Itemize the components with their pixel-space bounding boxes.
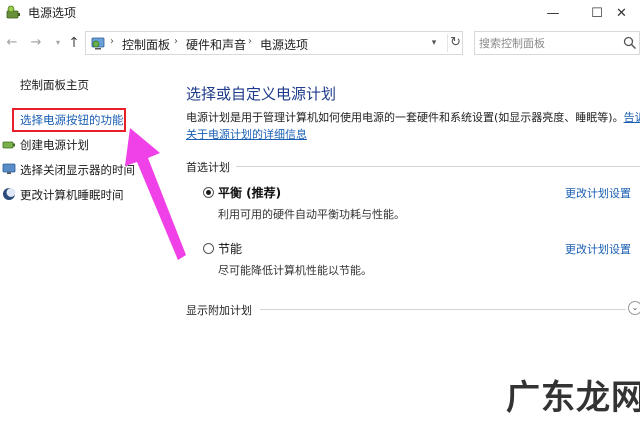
page-title: 选择或自定义电源计划	[186, 85, 337, 103]
watermark: 广东龙网	[506, 370, 640, 418]
expand-chevron-icon[interactable]: ⌄	[628, 301, 640, 315]
sidebar-item-create-power-plan[interactable]: 创建电源计划	[20, 137, 89, 153]
moon-icon	[3, 188, 16, 200]
address-bar[interactable]: › 控制面板 › 硬件和声音 › 电源选项 ▾ ↻	[85, 31, 463, 55]
address-history-chevron-icon[interactable]: ▾	[426, 35, 442, 51]
title-bar: 电源选项 — ☐ ✕	[0, 0, 640, 26]
watermark-text: 广东龙网	[506, 378, 640, 418]
power-saver-plan-name[interactable]: 节能	[218, 240, 242, 257]
breadcrumb-separator: ›	[248, 36, 252, 47]
divider	[236, 166, 640, 167]
forward-arrow-icon[interactable]: →	[28, 35, 44, 51]
highlight-annotation-box	[12, 108, 126, 132]
breadcrumb-power-options[interactable]: 电源选项	[260, 36, 308, 53]
sidebar-item-control-panel-home[interactable]: 控制面板主页	[20, 77, 89, 93]
search-icon[interactable]	[623, 36, 637, 50]
description-text: 电源计划是用于管理计算机如何使用电源的一套硬件和系统设置(如显示器亮度、睡眠等)…	[186, 110, 640, 126]
window-title: 电源选项	[28, 6, 77, 20]
power-saver-change-settings-link[interactable]: 更改计划设置	[565, 241, 631, 257]
search-box[interactable]	[474, 31, 640, 55]
recent-locations-chevron-icon[interactable]: ▾	[50, 35, 66, 51]
navigation-bar: ← → ▾ ↑ › 控制面板 › 硬件和声音 › 电源选项 ▾ ↻	[0, 27, 640, 59]
breadcrumb-hardware-sound[interactable]: 硬件和声音	[186, 36, 246, 53]
divider	[260, 309, 626, 310]
tell-me-link[interactable]: 告诉我	[624, 111, 640, 124]
search-input[interactable]	[479, 35, 619, 51]
breadcrumb-control-panel[interactable]: 控制面板	[122, 36, 170, 53]
show-additional-plans-label[interactable]: 显示附加计划	[186, 302, 252, 318]
balanced-plan-name[interactable]: 平衡 (推荐)	[218, 184, 281, 201]
description-line: 电源计划是用于管理计算机如何使用电源的一套硬件和系统设置(如显示器亮度、睡眠等)…	[186, 111, 624, 124]
maximize-button[interactable]: ☐	[574, 0, 620, 26]
refresh-icon[interactable]: ↻	[447, 34, 461, 52]
balanced-change-settings-link[interactable]: 更改计划设置	[565, 185, 631, 201]
battery-icon	[2, 141, 15, 149]
close-button[interactable]: ✕	[616, 0, 640, 26]
back-arrow-icon[interactable]: ←	[4, 35, 20, 51]
power-plan-details-link[interactable]: 关于电源计划的详细信息	[186, 126, 307, 142]
power-saver-plan-description: 尽可能降低计算机性能以节能。	[218, 264, 372, 277]
breadcrumb-separator: ›	[174, 36, 178, 47]
sidebar-item-change-sleep-time[interactable]: 更改计算机睡眠时间	[20, 187, 124, 203]
monitor-icon	[2, 163, 16, 174]
balanced-plan-radio[interactable]	[203, 187, 214, 198]
sidebar-item-choose-display-off-time[interactable]: 选择关闭显示器的时间	[20, 162, 135, 178]
balanced-plan-description: 利用可用的硬件自动平衡功耗与性能。	[218, 208, 405, 221]
breadcrumb-separator: ›	[110, 36, 114, 47]
power-options-icon	[6, 5, 20, 19]
minimize-button[interactable]: —	[530, 0, 576, 26]
up-arrow-icon[interactable]: ↑	[66, 35, 82, 51]
preferred-plans-label: 首选计划	[186, 161, 230, 174]
control-panel-icon	[91, 37, 105, 50]
power-saver-plan-radio[interactable]	[203, 243, 214, 254]
